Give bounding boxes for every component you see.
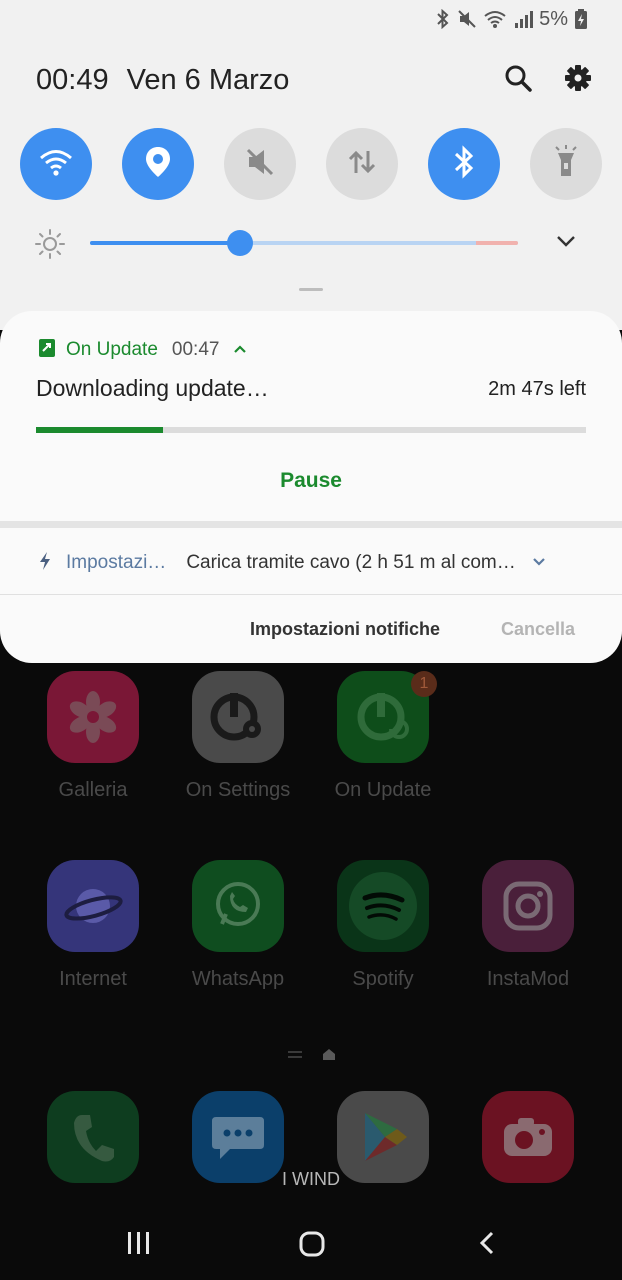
notification-title: Downloading update…	[36, 375, 269, 401]
app-spotify[interactable]: Spotify	[323, 860, 443, 991]
home-button[interactable]	[298, 1230, 326, 1263]
qs-mobile-data-toggle[interactable]	[326, 128, 398, 200]
app-on-settings[interactable]: On Settings	[178, 671, 298, 802]
status-bar: 5%	[435, 8, 588, 30]
carrier-label: I WIND	[282, 1169, 340, 1189]
notification-app-name: On Update	[66, 339, 158, 360]
qs-location-toggle[interactable]	[122, 128, 194, 200]
clock: 00:49	[36, 63, 109, 96]
app-label: On Update	[334, 779, 432, 801]
bluetooth-icon	[435, 9, 451, 29]
date: Ven 6 Marzo	[126, 63, 290, 96]
search-icon[interactable]	[504, 64, 532, 97]
notification-badge: 1	[411, 671, 437, 697]
download-progress-fill	[36, 427, 163, 433]
qs-flashlight-toggle[interactable]	[530, 128, 602, 200]
app-label: WhatsApp	[191, 968, 285, 990]
battery-percent: 5%	[539, 7, 568, 30]
app-instamod[interactable]: InstaMod	[468, 860, 588, 991]
recents-icon	[128, 1232, 149, 1254]
settings-icon[interactable]	[564, 64, 592, 97]
home-icon	[299, 1231, 325, 1257]
menu-lines-icon	[288, 1047, 302, 1065]
back-button[interactable]	[474, 1230, 500, 1261]
recents-button[interactable]	[126, 1230, 152, 1261]
whatsapp-icon	[192, 860, 284, 952]
app-on-update[interactable]: 1 On Update	[323, 671, 443, 802]
on-settings-icon	[192, 671, 284, 763]
location-pin-icon	[144, 145, 172, 184]
charging-notification[interactable]: Impostazi… Carica tramite cavo (2 h 51 m…	[38, 551, 572, 575]
chevron-down-icon[interactable]	[532, 554, 546, 572]
notification-time-remaining: 2m 47s left	[488, 378, 586, 400]
panel-drag-handle[interactable]	[299, 288, 323, 291]
home-page-icon	[322, 1047, 336, 1065]
charging-text: Carica tramite cavo (2 h 51 m al com…	[186, 552, 516, 573]
qs-sound-toggle[interactable]	[224, 128, 296, 200]
notification-time: 00:47	[171, 339, 220, 360]
spotify-icon	[337, 860, 429, 952]
quick-panel: 5% 00:49 Ven 6 Marzo	[0, 0, 622, 330]
gallery-icon	[47, 671, 139, 763]
app-label: InstaMod	[486, 968, 570, 990]
brightness-slider-thumb[interactable]	[226, 230, 253, 256]
app-label: Galleria	[58, 779, 128, 801]
quick-settings	[20, 128, 602, 202]
qs-bluetooth-toggle[interactable]	[428, 128, 500, 200]
app-label: Spotify	[352, 968, 414, 990]
bluetooth-icon	[452, 144, 476, 184]
brightness-control	[34, 224, 590, 262]
notification-card: On Update 00:47 Downloading update… 2m 4…	[0, 311, 622, 663]
app-galleria[interactable]: Galleria	[33, 671, 153, 802]
instamod-icon	[482, 860, 574, 952]
notification-settings-button[interactable]: Impostazioni notifiche	[250, 619, 440, 640]
flashlight-icon	[551, 144, 581, 185]
wifi-icon	[38, 147, 74, 182]
charging-bolt-icon	[38, 551, 52, 576]
mute-icon	[243, 145, 277, 184]
home-screen: Galleria On Settings 1 On Update Interne…	[0, 663, 622, 1280]
panel-header: 00:49 Ven 6 Marzo	[36, 58, 592, 102]
chevron-up-icon[interactable]	[233, 341, 247, 359]
app-label: On Settings	[185, 779, 291, 801]
data-transfer-icon	[345, 145, 379, 184]
signal-icon	[513, 9, 534, 29]
page-indicator	[288, 1047, 336, 1065]
internet-icon	[47, 860, 139, 952]
charging-app-name: Impostazi…	[66, 552, 167, 573]
navigation-bar	[0, 1208, 622, 1280]
clear-all-button[interactable]: Cancella	[501, 619, 575, 640]
back-icon	[479, 1231, 494, 1255]
mute-icon	[457, 9, 477, 29]
brightness-icon	[34, 228, 66, 265]
brightness-slider[interactable]	[90, 230, 518, 256]
wifi-icon	[483, 9, 507, 29]
notification-divider	[0, 521, 622, 528]
footer-divider	[0, 594, 622, 595]
battery-charging-icon	[574, 9, 588, 29]
app-internet[interactable]: Internet	[33, 860, 153, 991]
app-label: Internet	[59, 968, 127, 990]
on-update-app-icon	[38, 338, 56, 363]
brightness-slider-fill	[90, 241, 240, 245]
chevron-down-icon[interactable]	[556, 234, 576, 253]
app-whatsapp[interactable]: WhatsApp	[178, 860, 298, 991]
download-progress-bar	[36, 427, 586, 433]
notification-header[interactable]: On Update 00:47	[38, 338, 247, 363]
pause-button[interactable]: Pause	[0, 469, 622, 493]
brightness-slider-high-range	[476, 241, 518, 245]
qs-wifi-toggle[interactable]	[20, 128, 92, 200]
